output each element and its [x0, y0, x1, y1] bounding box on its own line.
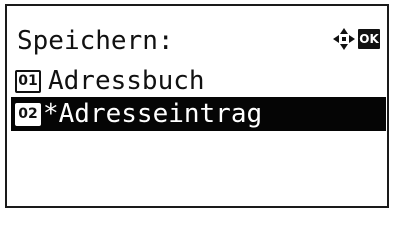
menu-item-label: *Adresseintrag — [43, 99, 263, 129]
menu-item-adresseintrag[interactable]: 02 *Adresseintrag — [11, 97, 386, 131]
lcd-panel: Speichern: OK 01 Adressbuch 02 *Adressei… — [5, 4, 389, 208]
four-way-arrows-icon — [333, 28, 355, 50]
item-number-badge: 02 — [15, 102, 41, 126]
menu-item-adressbuch[interactable]: 01 Adressbuch — [11, 64, 386, 98]
item-number-badge: 01 — [15, 69, 41, 93]
screen-title: Speichern: — [17, 26, 174, 56]
nav-indicator: OK — [332, 27, 382, 53]
ok-key-icon: OK — [358, 29, 380, 49]
menu-item-label: Adressbuch — [48, 66, 205, 96]
